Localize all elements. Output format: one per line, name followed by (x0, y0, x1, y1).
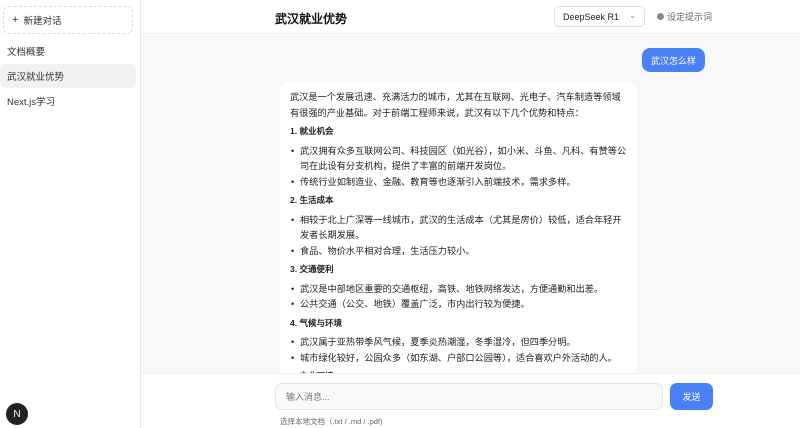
message-input[interactable] (275, 383, 663, 410)
assistant-intro: 武汉是一个发展迅速、充满活力的城市，尤其在互联网、光电子、汽车制造等领域有很强的… (290, 92, 621, 118)
section-heading: 3. 交通便利 (290, 264, 334, 274)
model-select[interactable]: DeepSeek R1 ⌄ (554, 6, 645, 27)
gear-icon (657, 13, 664, 20)
new-chat-label: 新建对话 (23, 16, 62, 27)
prompt-settings-button[interactable]: 设定提示词 (657, 10, 712, 23)
list-item: 相较于北上广深等一线城市，武汉的生活成本（尤其是房价）较低，适合年轻开发者长期发… (290, 213, 627, 244)
section-heading: 4. 气候与环境 (290, 317, 342, 328)
section-heading: 1. 就业机会 (290, 126, 334, 136)
chevron-down-icon: ⌄ (629, 11, 636, 20)
user-message: 武汉怎么样 (642, 48, 706, 72)
model-label: DeepSeek R1 (563, 11, 620, 22)
assistant-message: 武汉是一个发展迅速、充满活力的城市，尤其在互联网、光电子、汽车制造等领域有很强的… (280, 82, 637, 373)
section-list: 武汉拥有众多互联网公司、科技园区（如光谷），如小米、斗鱼、凡科、有赞等公司在此设… (290, 144, 627, 191)
section-heading: 2. 生活成本 (290, 195, 334, 205)
new-chat-button[interactable]: + 新建对话 (3, 6, 133, 34)
section-list: 武汉属于亚热带季风气候，夏季炎热潮湿，冬季湿冷，但四季分明。城市绿化较好，公园众… (290, 335, 627, 366)
section-list: 武汉是中部地区重要的交通枢纽，高铁、地铁网络发达，方便通勤和出差。公共交通（公交… (290, 282, 627, 313)
list-item: 武汉属于亚热带季风气候，夏季炎热潮湿，冬季湿冷，但四季分明。 (290, 335, 627, 351)
chat-area[interactable]: 武汉怎么样 武汉是一个发展迅速、充满活力的城市，尤其在互联网、光电子、汽车制造等… (141, 35, 800, 373)
header: 武汉就业优势 DeepSeek R1 ⌄ 设定提示词 (141, 0, 800, 34)
list-item: 城市绿化较好，公园众多（如东湖、户部口公园等），适合喜欢户外活动的人。 (290, 351, 627, 367)
list-item: 武汉拥有众多互联网公司、科技园区（如光谷），如小米、斗鱼、凡科、有赞等公司在此设… (290, 144, 627, 175)
conversation-item[interactable]: 文档概要 (0, 39, 136, 63)
composer: 发送 选择本地文档（.txt / .md / .pdf) (141, 373, 800, 428)
list-item: 公共交通（公交、地铁）覆盖广泛，市内出行较为便捷。 (290, 297, 627, 313)
prompt-settings-label: 设定提示词 (667, 12, 713, 22)
list-item: 武汉是中部地区重要的交通枢纽，高铁、地铁网络发达，方便通勤和出差。 (290, 282, 627, 298)
send-button[interactable]: 发送 (670, 383, 713, 410)
plus-icon: + (12, 14, 19, 26)
conversation-item-active[interactable]: 武汉就业优势 (0, 64, 136, 88)
list-item: 食品、物价水平相对合理，生活压力较小。 (290, 244, 627, 260)
page-title: 武汉就业优势 (275, 12, 348, 26)
sidebar: + 新建对话 文档概要 武汉就业优势 Next.js学习 N (0, 0, 141, 428)
section-list: 相较于北上广深等一线城市，武汉的生活成本（尤其是房价）较低，适合年轻开发者长期发… (290, 213, 627, 260)
avatar[interactable]: N (6, 403, 28, 425)
list-item: 传统行业如制造业、金融、教育等也逐渐引入前端技术，需求多样。 (290, 175, 627, 191)
conversation-item[interactable]: Next.js学习 (0, 89, 136, 113)
file-picker-link[interactable]: 选择本地文档（.txt / .md / .pdf) (280, 416, 383, 427)
